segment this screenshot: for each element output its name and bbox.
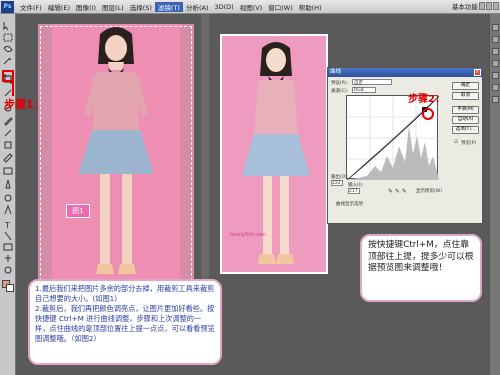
menu-edit[interactable]: 编辑(E) [45, 2, 73, 12]
brush-tool-icon [4, 117, 13, 126]
panel-icon[interactable] [492, 24, 499, 31]
instruction-step-1: 1.最后我们来把图片多余的部分去掉，用裁剪工具来裁剪自己想要的大小。(如图1) [35, 284, 215, 303]
channel-value: RGB [354, 88, 364, 93]
panel-icon[interactable] [492, 84, 499, 91]
panel-icon[interactable] [492, 72, 499, 79]
canvas-scroll-area [201, 14, 209, 314]
move-tool-icon [3, 22, 9, 31]
crop-selection-border[interactable] [40, 26, 192, 296]
watermark-text: lovelyfish.com [230, 232, 267, 238]
figure1-label: 图1 [66, 204, 90, 218]
preview-checkbox[interactable]: ☑ [454, 140, 458, 145]
menu-filter[interactable]: 滤镜(T) [154, 1, 183, 12]
menu-bar: Ps 文件(F) 编辑(E) 图像(I) 图层(L) 选择(S) 滤镜(T) 分… [0, 0, 500, 14]
type-tool-icon: T [4, 221, 10, 230]
background-color-swatch[interactable] [6, 284, 14, 292]
panel-icon[interactable] [492, 48, 499, 55]
panel-icon[interactable] [492, 36, 499, 43]
panel-dock [489, 14, 500, 375]
close-button[interactable] [493, 2, 499, 10]
crop-tool-highlight [2, 70, 14, 82]
menu-select[interactable]: 选择(S) [127, 2, 155, 12]
curve-display-options[interactable]: 曲线显示选项 [336, 201, 363, 207]
preset-value: 自定 [354, 81, 363, 86]
hand-tool-icon [5, 255, 11, 262]
curve-point-highlight [422, 108, 434, 120]
eyedropper-icons[interactable]: ✎ ✎ ✎ [388, 188, 407, 195]
shortcut-note-bubble: 按快捷键Ctrl+M，点住靠顶部往上提，提多少可以根据预览图来调整哦！ [360, 234, 482, 302]
pen-tool-icon [4, 204, 12, 215]
window-controls [479, 2, 499, 10]
menu-help[interactable]: 帮助(H) [296, 2, 325, 12]
lasso-tool-icon [3, 45, 13, 53]
menu-file[interactable]: 文件(F) [17, 2, 45, 12]
photo-model-result [222, 36, 326, 272]
ok-button[interactable]: 确定 [452, 82, 479, 90]
tools-panel: T [0, 14, 16, 375]
clone-stamp-icon [4, 129, 12, 137]
magic-wand-icon [3, 57, 12, 65]
minimize-button[interactable] [479, 2, 485, 10]
history-brush-icon [4, 141, 12, 149]
preset-label: 预设(R): [331, 81, 349, 86]
maximize-button[interactable] [486, 2, 492, 10]
menu-window[interactable]: 窗口(W) [265, 2, 296, 12]
menu-layer[interactable]: 图层(L) [99, 2, 127, 12]
options-button[interactable]: 选项(T)... [452, 126, 479, 134]
curves-graph[interactable] [346, 95, 440, 181]
blur-tool-icon [5, 179, 11, 189]
output-value: 222 [332, 181, 341, 186]
step2-label: 步骤2： [408, 94, 445, 105]
preview-label: 预览(P) [461, 141, 477, 146]
photoshop-logo: Ps [1, 0, 14, 13]
dodge-tool-icon [4, 194, 12, 202]
curves-dialog: 曲线 × 预设(R): 自定 通道(C): RGB 输出(O): 222 输入(… [327, 67, 483, 224]
menu-view[interactable]: 视图(V) [237, 2, 266, 12]
instructions-bubble: 1.最后我们来把图片多余的部分去掉，用裁剪工具来裁剪自己想要的大小。(如图1) … [28, 279, 222, 365]
show-clipping-label[interactable]: 显示修剪(W) [416, 188, 442, 194]
path-selection-icon [4, 231, 12, 241]
channel-label: 通道(C): [331, 89, 349, 94]
menu-3d[interactable]: 3D(D) [211, 3, 236, 11]
instruction-step-2: 2.裁剪后，我们再把颜色调亮点，让图片更加好看些。按快捷键 Ctrl+M 进行曲… [35, 304, 215, 343]
shape-tool-icon [3, 243, 13, 251]
panel-icon[interactable] [492, 96, 499, 103]
smooth-button[interactable]: 平滑(M) [452, 106, 479, 114]
step1-arrow [12, 82, 14, 96]
close-icon[interactable]: × [474, 69, 481, 76]
cancel-button[interactable]: 取消 [452, 92, 479, 100]
menu-image[interactable]: 图像(I) [73, 2, 99, 12]
gradient-tool-icon [3, 167, 13, 175]
input-value: 217 [349, 189, 358, 194]
zoom-tool-icon [4, 266, 12, 274]
menu-analysis[interactable]: 分析(A) [183, 2, 212, 12]
tool-icons: T [3, 22, 13, 274]
auto-button[interactable]: 自动(A) [452, 116, 479, 124]
curves-title: 曲线 [330, 69, 342, 75]
document-canvas-result[interactable] [220, 34, 328, 274]
curves-title-bar[interactable]: 曲线 × [328, 68, 482, 77]
marquee-tool-icon [3, 33, 13, 42]
workspace-switcher[interactable]: 基本功能 [452, 1, 478, 11]
panel-icon[interactable] [492, 60, 499, 67]
eraser-tool-icon [3, 153, 13, 163]
